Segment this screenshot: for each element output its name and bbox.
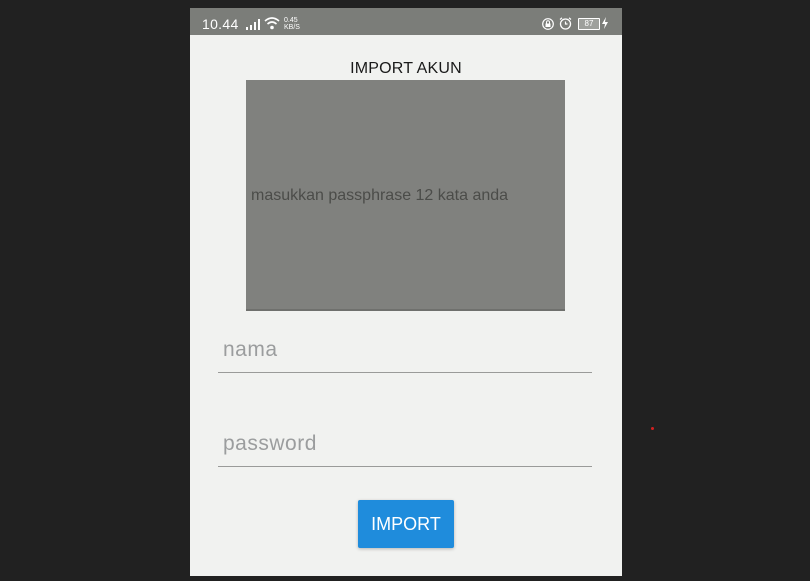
battery-icon: 87: [578, 18, 600, 30]
status-bar: 10.44 0.45 KB/S 87: [190, 8, 622, 35]
import-button[interactable]: IMPORT: [358, 500, 454, 548]
name-input[interactable]: nama: [218, 332, 592, 373]
lock-rotation-icon: [542, 18, 554, 30]
network-speed-value: 0.45: [284, 17, 298, 24]
name-placeholder: nama: [223, 338, 278, 361]
network-speed-unit: KB/S: [284, 24, 300, 31]
password-placeholder: password: [223, 432, 317, 455]
passphrase-placeholder: masukkan passphrase 12 kata anda: [251, 187, 509, 204]
passphrase-textarea[interactable]: masukkan passphrase 12 kata anda: [246, 80, 565, 311]
signal-icon: [246, 19, 260, 30]
cursor-dot: [651, 427, 654, 430]
wifi-icon: [264, 17, 280, 30]
page-title: IMPORT AKUN: [350, 60, 462, 77]
network-speed: 0.45 KB/S: [284, 17, 300, 31]
alarm-icon: [559, 17, 572, 30]
password-input[interactable]: password: [218, 426, 592, 467]
status-time: 10.44: [202, 16, 239, 32]
charging-bolt-icon: [602, 17, 608, 29]
phone-screen: 10.44 0.45 KB/S 87 IMPORT AKUN masukkan …: [190, 8, 622, 576]
